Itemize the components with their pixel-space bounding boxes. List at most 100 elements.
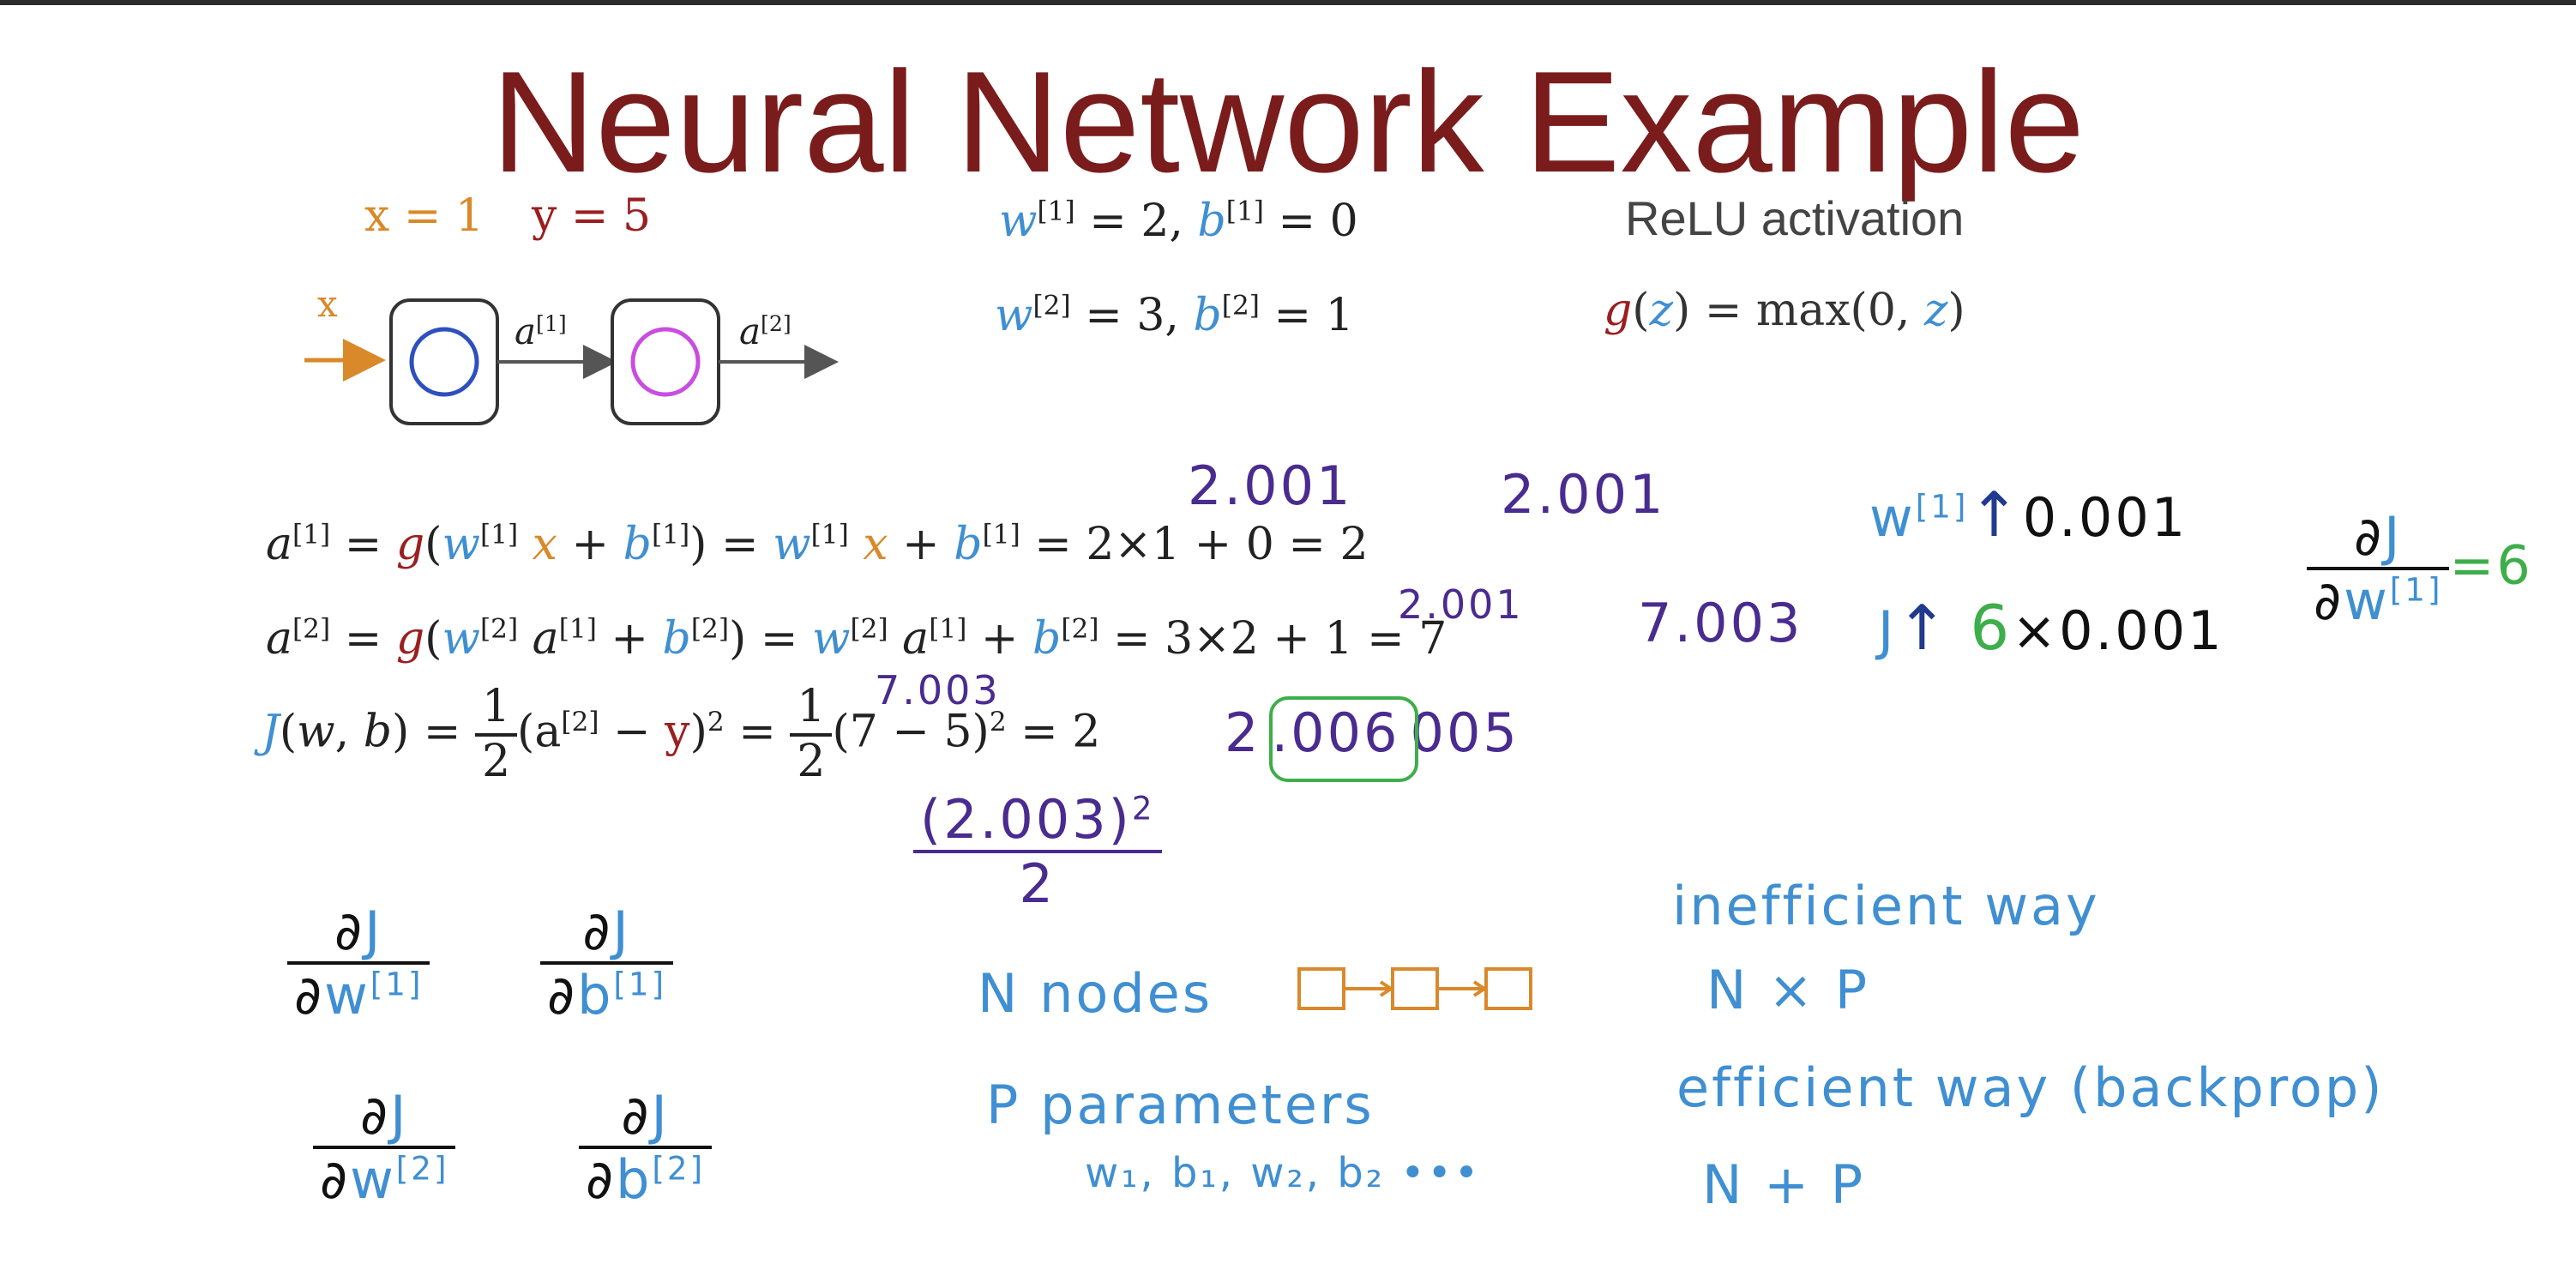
eq1-plus: + — [557, 519, 623, 570]
eq3-pow: 2 — [707, 706, 725, 737]
eq2-eq: = — [330, 613, 396, 665]
anno-j-frac: (2.003)2 2 — [913, 789, 1162, 915]
given-y: y = 5 — [532, 190, 651, 242]
activation-z2: z — [1923, 285, 1948, 336]
eq1-b2-sup: [1] — [982, 519, 1020, 551]
highlight-box — [1269, 696, 1418, 782]
eq1-close: ) — [689, 519, 707, 570]
chain-node-3 — [1484, 967, 1532, 1010]
equation-a2: a[2] = g(w[2] a[1] + b[2]) = w[2] a[1] +… — [266, 613, 1447, 665]
param-w1-sup: [1] — [1037, 196, 1075, 227]
note-w: w — [1869, 486, 1916, 549]
note-j-step: J↑ 6×0.001 — [1878, 592, 2224, 664]
anno-a1-above: 2.001 — [1188, 454, 1353, 517]
note-w-step: w[1]↑0.001 — [1869, 478, 2188, 551]
a2-sup: [2] — [761, 311, 791, 336]
a2-text: a — [739, 310, 761, 352]
partial-frac-2: ∂J ∂b[1] — [540, 900, 674, 1026]
eq2-lhs: a — [266, 613, 293, 665]
eq3-half2: 12 — [790, 681, 833, 788]
note-deriv-den-sup: [1] — [2389, 570, 2443, 609]
eq3-tail: = 2 — [1006, 706, 1101, 758]
eq3-sq-sup: [2] — [561, 706, 599, 737]
partial-3-den-sup: [2] — [395, 1149, 449, 1188]
partial-2-num-d: ∂ — [582, 900, 613, 962]
eq1-g: g — [395, 519, 425, 570]
eq1-b-sup: [1] — [651, 519, 690, 551]
param-w1: w — [999, 196, 1038, 247]
eq3-J: J — [262, 706, 280, 758]
inefficient-way-label: inefficient way — [1672, 875, 2100, 937]
param-w1-val: = 2, — [1074, 196, 1183, 247]
equation-a1: a[1] = g(w[1] x + b[1]) = w[1] x + b[1] … — [266, 519, 1369, 570]
partial-1-den: ∂w[1] — [287, 961, 430, 1026]
note-deriv-den: ∂w[1] — [2307, 567, 2450, 633]
partial-dJ-db1: ∂J ∂b[1] — [540, 900, 674, 1026]
note-j-mult: 6 — [1970, 592, 2013, 664]
eq2-w: w — [442, 613, 480, 665]
partial-4-den-d: ∂ — [586, 1148, 617, 1212]
network-diagram — [304, 298, 839, 425]
eq3-minus: − — [599, 706, 665, 758]
layer2-box — [611, 298, 720, 425]
activation-label: ReLU activation — [1625, 191, 1965, 245]
a1-sup: [1] — [536, 311, 567, 336]
partial-4-den-v: b — [616, 1148, 653, 1212]
eq1-x2: x — [863, 519, 888, 570]
anno-j-new-a: 2 — [1225, 701, 1261, 764]
eq3-mid: (7 − 5) — [832, 706, 990, 758]
anno-j-frac-pow: 2 — [1131, 789, 1155, 828]
params-layer2: w[2] = 3, b[2] = 1 — [995, 290, 1354, 341]
partial-1-num-J: J — [364, 900, 383, 962]
eq1-w: w — [442, 519, 480, 570]
anno-j-frac-wrap: (2.003)2 2 — [913, 789, 1162, 915]
partial-3-num-d: ∂ — [360, 1084, 391, 1147]
param-b1: b — [1197, 196, 1226, 247]
partial-dJ-dw2: ∂J ∂w[2] — [313, 1085, 456, 1211]
eq2-b2-sup: [2] — [1061, 613, 1099, 645]
eq2-b2: b — [1032, 613, 1062, 665]
eq3-sq-open: (a — [517, 706, 562, 758]
partial-1-den-v: w — [324, 964, 370, 1027]
param-b2: b — [1193, 290, 1222, 341]
efficient-way-label: efficient way (backprop) — [1676, 1056, 2385, 1119]
partial-dJ-dw1: ∂J ∂w[1] — [287, 900, 430, 1026]
param-list: w₁, b₁, w₂, b₂ ••• — [1085, 1149, 1482, 1197]
anno-a2-sub: 2.001 — [1398, 581, 1524, 628]
a1-label: a[1] — [515, 310, 567, 352]
note-j-arrow: ↑ — [1896, 592, 1951, 664]
eq3-open: ( — [279, 706, 298, 758]
note-deriv-num-J: J — [2384, 505, 2403, 568]
eq2-w2: w — [811, 613, 851, 665]
note-w-step-val: 0.001 — [2022, 486, 2188, 549]
note-derivative-frac: ∂ J ∂w[1] — [2307, 505, 2450, 633]
param-b2-sup: [2] — [1221, 290, 1260, 322]
eq3-comma: , — [334, 706, 364, 758]
note-deriv-eq: = — [2449, 533, 2497, 597]
note-j: J — [1878, 599, 1897, 662]
eq1-plus2: + — [888, 519, 954, 570]
given-x-text: x = 1 — [364, 190, 485, 242]
partial-3-num: ∂J — [313, 1085, 455, 1146]
anno-a2-new: 7.003 — [1638, 592, 1803, 654]
activation-close: ) — [1947, 285, 1965, 336]
eq3-half-n: 1 — [481, 681, 511, 732]
partial-3-den: ∂w[2] — [313, 1146, 456, 1210]
eq2-a2: a — [902, 613, 930, 665]
input-x-text: x — [317, 283, 338, 325]
slide-title: Neural Network Example — [491, 41, 2085, 202]
eq1-lhs: a — [266, 519, 293, 570]
eq1-eq: = — [330, 519, 396, 570]
anno-j-new-c: 005 — [1410, 701, 1520, 764]
note-deriv-den-d: ∂ — [2314, 569, 2344, 633]
partial-4-den: ∂b[2] — [579, 1146, 713, 1212]
n-nodes-label: N nodes — [978, 962, 1213, 1025]
activation-g: g — [1604, 285, 1633, 336]
anno-j-sub: 7.003 — [875, 667, 1001, 713]
anno-j-frac-n: (2.003)2 — [913, 789, 1162, 850]
note-j-times: ×0.001 — [2012, 599, 2224, 662]
partial-3-num-J: J — [390, 1084, 409, 1147]
eq1-eq2: = — [707, 519, 773, 570]
a1-text: a — [515, 310, 537, 352]
given-y-text: y = 5 — [532, 190, 652, 242]
